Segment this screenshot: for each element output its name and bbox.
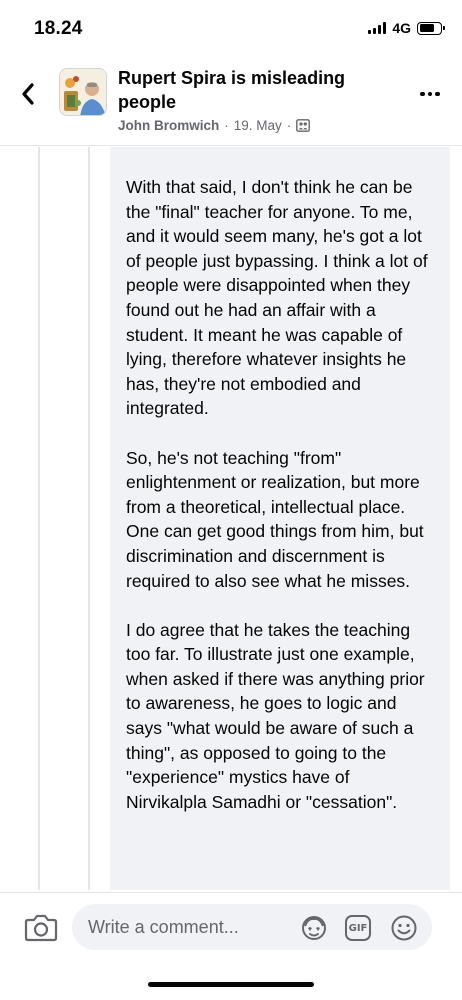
- group-audience-icon: [296, 119, 311, 132]
- camera-button[interactable]: [24, 911, 58, 943]
- post-meta: John Bromwich · 19. May ·: [118, 118, 311, 133]
- comment-text: With that said, I don't think he can be …: [126, 175, 432, 839]
- comment-placeholder: Write a comment...: [88, 917, 239, 937]
- thread-line: [38, 147, 40, 890]
- camera-icon: [24, 914, 58, 942]
- back-button[interactable]: [12, 78, 44, 110]
- comment-paragraph: So, he's not teaching "from" enlightenme…: [126, 447, 424, 591]
- gif-label: GIF: [348, 922, 368, 934]
- gif-button[interactable]: GIF: [344, 914, 372, 942]
- status-bar: 18.24 4G: [0, 0, 462, 56]
- network-type: 4G: [392, 20, 411, 36]
- group-avatar-image: [60, 69, 106, 115]
- status-time: 18.24: [34, 18, 83, 39]
- group-avatar[interactable]: [59, 68, 107, 116]
- more-options-icon: [420, 91, 425, 97]
- emoji-icon[interactable]: [390, 914, 418, 942]
- more-options-button[interactable]: [416, 80, 444, 108]
- comment-input[interactable]: Write a comment... GIF: [72, 904, 432, 950]
- comment-paragraph: With that said, I don't think he can be …: [126, 177, 428, 419]
- post-date[interactable]: 19. May: [234, 118, 282, 133]
- chevron-left-icon: [22, 83, 34, 105]
- comment-paragraph: I do agree that he takes the teaching to…: [126, 619, 425, 812]
- meta-separator: ·: [224, 118, 229, 133]
- thread-line: [88, 147, 90, 890]
- status-indicators: 4G: [368, 20, 445, 36]
- author-name[interactable]: John Bromwich: [118, 118, 219, 133]
- battery-icon: [417, 21, 445, 35]
- comment-thread: With that said, I don't think he can be …: [0, 147, 462, 890]
- post-title[interactable]: Rupert Spira is misleading people: [118, 66, 398, 114]
- comment-composer: Write a comment... GIF: [0, 892, 462, 960]
- meta-separator: ·: [286, 118, 292, 133]
- signal-strength-icon: [368, 22, 387, 34]
- post-header: Rupert Spira is misleading people John B…: [0, 56, 462, 146]
- home-indicator: [148, 982, 314, 987]
- avatar-sticker-icon[interactable]: [300, 914, 328, 942]
